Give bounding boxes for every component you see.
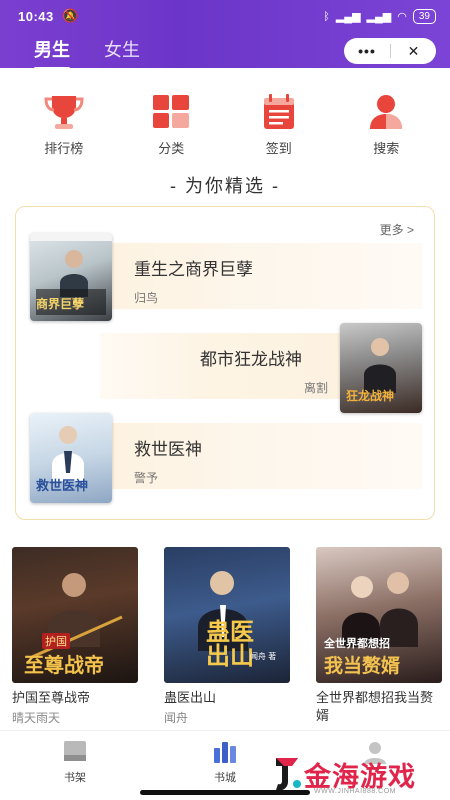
cover-title: 救世医神 [36,478,89,493]
bluetooth-icon: ᛒ [323,10,330,23]
close-icon[interactable]: ✕ [391,43,436,60]
quick-nav-label: 搜索 [373,141,400,156]
book-title: 护国至尊战帝 [12,690,91,705]
cover-title: 商界巨孽 [36,297,85,311]
quick-nav: 排行榜 分类 签到 搜索 [0,92,450,157]
book-cover: 狂龙战神 [340,323,422,413]
cover-title: 我当赘婿 [324,656,401,677]
watermark: 金海游戏 WWW.JINHAI888.COM [270,754,416,795]
grid-book-2[interactable]: 蛊医出山 闻舟 著 蛊医出山 闻舟 [164,547,290,726]
user-search-icon [364,92,408,132]
book-title: 全世界都想招我当赘婿 [316,690,434,723]
bookshelf-icon [61,739,89,765]
gender-tabs: 男生 女生 [34,36,140,70]
book-grid: 护国 至尊战帝 护国至尊战帝 晴天雨天 蛊医出山 闻舟 著 蛊医出山 闻舟 全世… [12,547,442,726]
miniprogram-capsule: ••• ✕ [344,38,436,64]
wifi-icon: ◠ [397,11,407,23]
book-title: 救世医神 [134,440,202,459]
home-indicator [140,790,310,795]
book-cover: 蛊医出山 闻舟 著 [164,547,290,683]
cover-subtitle: 闻舟 著 [250,652,277,661]
app-header: 10:43 🔕 ᛒ ▂▄▆ ▂▄▆ ◠ 39 男生 女生 ••• ✕ [0,0,450,70]
nav-bookshelf[interactable]: 书架 [0,731,150,800]
book-cover: 救世医神 [30,413,112,503]
quick-nav-category[interactable]: 分类 [131,92,211,157]
quick-nav-label: 签到 [265,141,292,156]
calendar-checkin-icon [257,92,301,132]
cover-title: 狂龙战神 [346,389,395,403]
cover-title: 蛊医出山 [206,619,254,670]
category-grid-icon [149,92,193,132]
mute-icon: 🔕 [62,8,79,23]
book-title: 重生之商界巨孽 [134,260,253,279]
featured-card: 更多 > 商界巨孽 重生之商界巨孽 归鸟 狂龙战神 都市狂龙战神 离割 救世医神… [15,206,435,520]
quick-nav-ranking[interactable]: 排行榜 [24,92,104,157]
grid-book-1[interactable]: 护国 至尊战帝 护国至尊战帝 晴天雨天 [12,547,138,726]
book-title: 都市狂龙战神 [200,350,302,369]
book-author: 归鸟 [134,291,159,305]
book-author: 离割 [304,381,329,395]
nav-label: 书架 [64,772,86,784]
book-author: 晴天雨天 [12,711,61,725]
quick-nav-search[interactable]: 搜索 [346,92,426,157]
trophy-icon [42,92,86,132]
section-title: - 为你精选 - [170,176,280,196]
quick-nav-checkin[interactable]: 签到 [239,92,319,157]
featured-book-1[interactable]: 商界巨孽 重生之商界巨孽 归鸟 [30,233,422,321]
status-time: 10:43 [18,9,54,24]
book-author: 闻舟 [164,711,189,725]
signal-icon: ▂▄▆ [335,11,361,23]
quick-nav-label: 排行榜 [44,141,84,156]
grid-book-3[interactable]: 全世界都想招 我当赘婿 全世界都想招我当赘婿 [316,547,442,726]
cover-subtitle: 护国 [42,633,70,649]
battery-icon: 39 [412,9,436,24]
book-cover: 商界巨孽 [30,233,112,321]
tab-male[interactable]: 男生 [34,36,70,70]
status-indicators: ᛒ ▂▄▆ ▂▄▆ ◠ 39 [323,9,436,24]
book-title: 蛊医出山 [164,690,217,705]
tab-female[interactable]: 女生 [104,36,140,62]
book-cover: 护国 至尊战帝 [12,547,138,683]
watermark-logo-icon [270,754,304,794]
watermark-url: WWW.JINHAI888.COM [314,788,397,795]
status-bar: 10:43 🔕 ᛒ ▂▄▆ ▂▄▆ ◠ 39 [0,0,450,30]
cover-subtitle: 全世界都想招 [324,638,390,650]
bookstore-icon [211,739,239,765]
book-cover: 全世界都想招 我当赘婿 [316,547,442,683]
nav-label: 书城 [214,772,236,784]
featured-book-2[interactable]: 狂龙战神 都市狂龙战神 离割 [30,323,422,413]
featured-book-3[interactable]: 救世医神 救世医神 警予 [30,413,422,503]
more-options-icon[interactable]: ••• [344,43,390,59]
cover-title: 至尊战帝 [24,655,104,677]
book-author: 警予 [134,471,159,485]
quick-nav-label: 分类 [158,141,185,156]
signal-icon: ▂▄▆ [366,11,392,23]
